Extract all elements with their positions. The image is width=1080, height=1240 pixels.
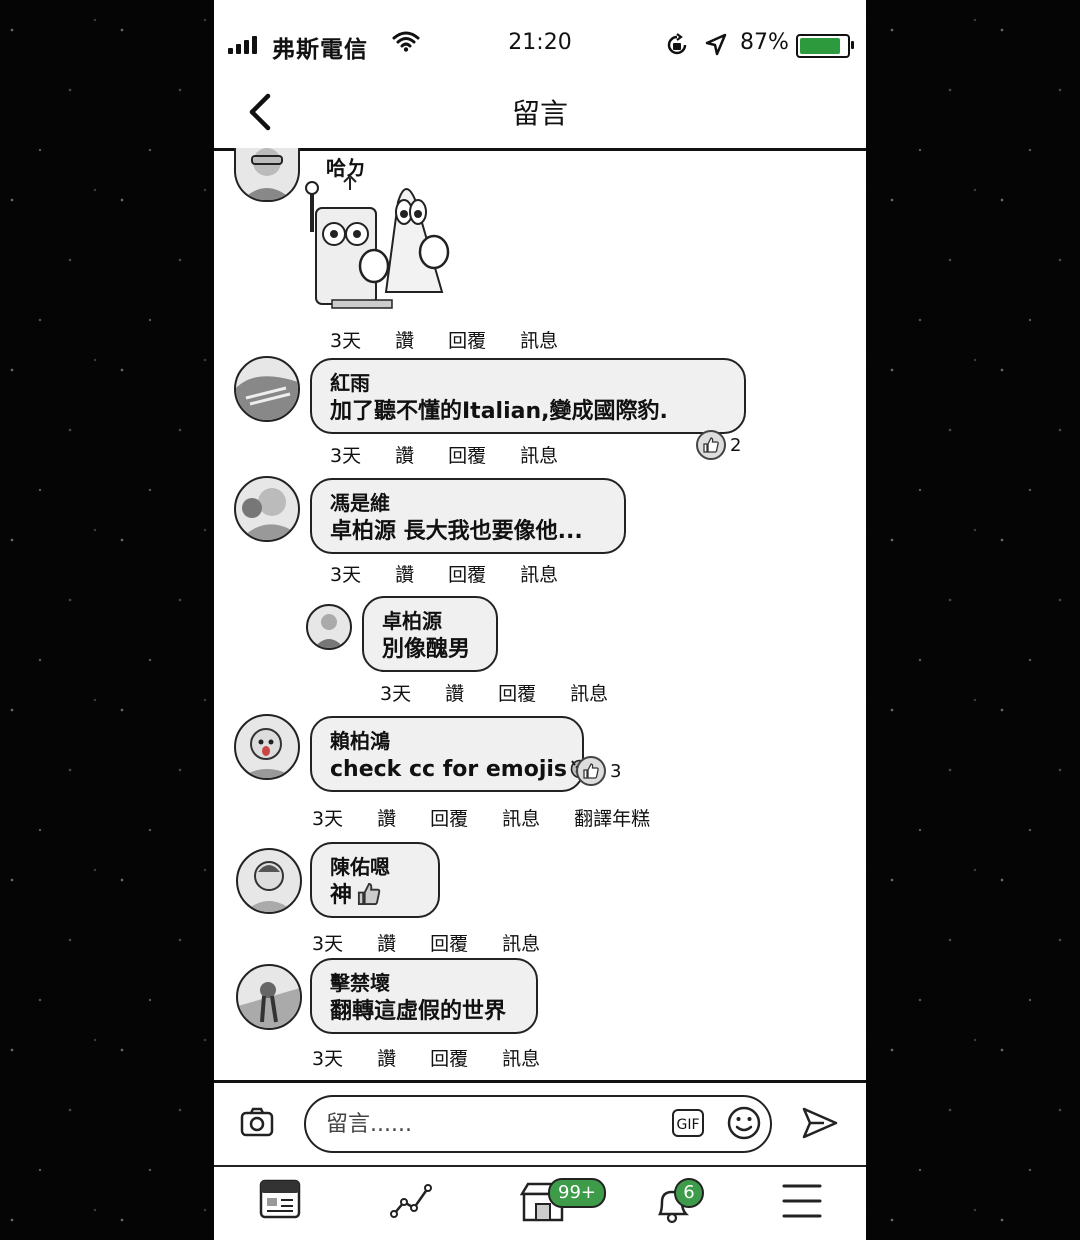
comment-time: 3天	[312, 808, 344, 830]
like-action[interactable]: 讚	[395, 441, 414, 468]
message-action[interactable]: 訊息	[570, 679, 608, 706]
like-action[interactable]: 讚	[377, 929, 396, 956]
battery-icon	[796, 34, 854, 58]
gif-button[interactable]: GIF	[672, 1109, 704, 1137]
rotation-lock-icon	[667, 33, 687, 55]
menu-icon[interactable]	[782, 1182, 822, 1220]
message-action[interactable]: 訊息	[520, 441, 558, 468]
activity-icon[interactable]	[390, 1178, 434, 1220]
avatar[interactable]	[306, 604, 352, 650]
page-title: 留言	[511, 97, 568, 130]
like-action[interactable]: 讚	[395, 560, 414, 587]
like-action[interactable]: 讚	[377, 804, 396, 831]
comment-actions: 3天 讚 回覆 訊息	[312, 929, 540, 956]
comment-author[interactable]: 馮是維	[330, 490, 608, 516]
comment-actions: 3天 讚 回覆 訊息	[312, 1044, 540, 1071]
comment-text: check cc for emojis	[330, 757, 568, 782]
comment-actions: 3天 讚 回覆 訊息	[380, 679, 608, 706]
message-action[interactable]: 訊息	[520, 326, 558, 353]
camera-icon[interactable]	[240, 1107, 274, 1137]
reply-action[interactable]: 回覆	[430, 1044, 468, 1071]
avatar[interactable]	[234, 714, 300, 780]
comment-time: 3天	[330, 330, 362, 352]
comment-bubble: 賴柏鴻 check cc for emojis	[310, 716, 590, 792]
phone-screen: 弗斯電信 21:20 87% 留言 哈ㄉ 3天 讚 回覆 訊息 紅雨 加了聽不懂…	[214, 0, 866, 1240]
status-bar: 弗斯電信 21:20 87%	[214, 0, 866, 80]
thumbs-up-emoji-icon	[357, 882, 381, 906]
comment-actions: 3天 讚 回覆 訊息	[330, 441, 558, 468]
avatar[interactable]	[234, 148, 300, 202]
avatar[interactable]	[236, 964, 302, 1030]
notifications-badge: 6	[674, 1178, 704, 1208]
reaction-count[interactable]: 3	[576, 756, 621, 786]
comment-actions: 3天 讚 回覆 訊息	[330, 326, 558, 353]
thumbs-up-icon	[696, 430, 726, 460]
comment-text-wrap: 神	[330, 880, 422, 912]
reply-action[interactable]: 回覆	[430, 804, 468, 831]
comment-text-wrap: check cc for emojis	[330, 754, 590, 786]
comment-text: 卓柏源 長大我也要像他...	[330, 519, 583, 544]
comment-time: 3天	[330, 564, 362, 586]
comment-bubble: 紅雨 加了聽不懂的Italian,變成國際豹.	[310, 358, 746, 434]
reply-action[interactable]: 回覆	[498, 679, 536, 706]
reaction-number: 3	[610, 760, 622, 782]
comment-author[interactable]: 紅雨	[330, 370, 728, 396]
reaction-number: 2	[730, 434, 742, 456]
newsfeed-icon[interactable]	[258, 1178, 302, 1220]
like-action[interactable]: 讚	[395, 326, 414, 353]
comment-actions: 3天 讚 回覆 訊息 翻譯年糕	[312, 804, 650, 831]
comment-text: 翻轉這虛假的世界	[330, 999, 507, 1024]
comment-author[interactable]: 陳佑嗯	[330, 854, 422, 880]
comment-composer: GIF	[214, 1080, 866, 1167]
reply-action[interactable]: 回覆	[430, 929, 468, 956]
message-action[interactable]: 訊息	[520, 560, 558, 587]
comment-text: 加了聽不懂的Italian,變成國際豹.	[330, 399, 668, 424]
comment-time: 3天	[312, 933, 344, 955]
nav-bar: 留言	[214, 80, 866, 151]
thumbs-up-icon	[576, 756, 606, 786]
comment-bubble: 擊禁壞 翻轉這虛假的世界	[310, 958, 538, 1034]
reply-action[interactable]: 回覆	[448, 441, 486, 468]
comment-time: 3天	[330, 445, 362, 467]
battery-percent: 87%	[740, 30, 789, 55]
message-action[interactable]: 訊息	[502, 1044, 540, 1071]
reply-action[interactable]: 回覆	[448, 560, 486, 587]
reaction-count[interactable]: 2	[696, 430, 741, 460]
comment-time: 3天	[380, 683, 412, 705]
location-arrow-icon	[705, 33, 727, 56]
comment-author[interactable]: 賴柏鴻	[330, 728, 566, 754]
send-icon[interactable]	[800, 1105, 840, 1141]
feed-badge: 99+	[548, 1178, 606, 1208]
comment-text: 神	[330, 883, 353, 908]
comment-author[interactable]: 卓柏源	[382, 608, 480, 634]
comment-time: 3天	[312, 1048, 344, 1070]
comment-author[interactable]: 擊禁壞	[330, 970, 520, 996]
message-action[interactable]: 訊息	[502, 929, 540, 956]
comment-bubble: 卓柏源 別像醜男	[362, 596, 498, 672]
comment-actions: 3天 讚 回覆 訊息	[330, 560, 558, 587]
comment-bubble: 陳佑嗯 神	[310, 842, 440, 918]
tab-bar: 99+ 6	[214, 1162, 866, 1240]
avatar[interactable]	[236, 848, 302, 914]
emoji-icon[interactable]	[726, 1105, 762, 1141]
comment-bubble: 馮是維 卓柏源 長大我也要像他...	[310, 478, 626, 554]
sticker-image[interactable]	[302, 172, 462, 318]
battery-fill	[800, 38, 840, 54]
like-action[interactable]: 讚	[377, 1044, 396, 1071]
translate-action[interactable]: 翻譯年糕	[574, 804, 650, 831]
avatar[interactable]	[234, 356, 300, 422]
like-action[interactable]: 讚	[445, 679, 464, 706]
message-action[interactable]: 訊息	[502, 804, 540, 831]
comment-text: 別像醜男	[382, 637, 471, 662]
reply-action[interactable]: 回覆	[448, 326, 486, 353]
avatar[interactable]	[234, 476, 300, 542]
